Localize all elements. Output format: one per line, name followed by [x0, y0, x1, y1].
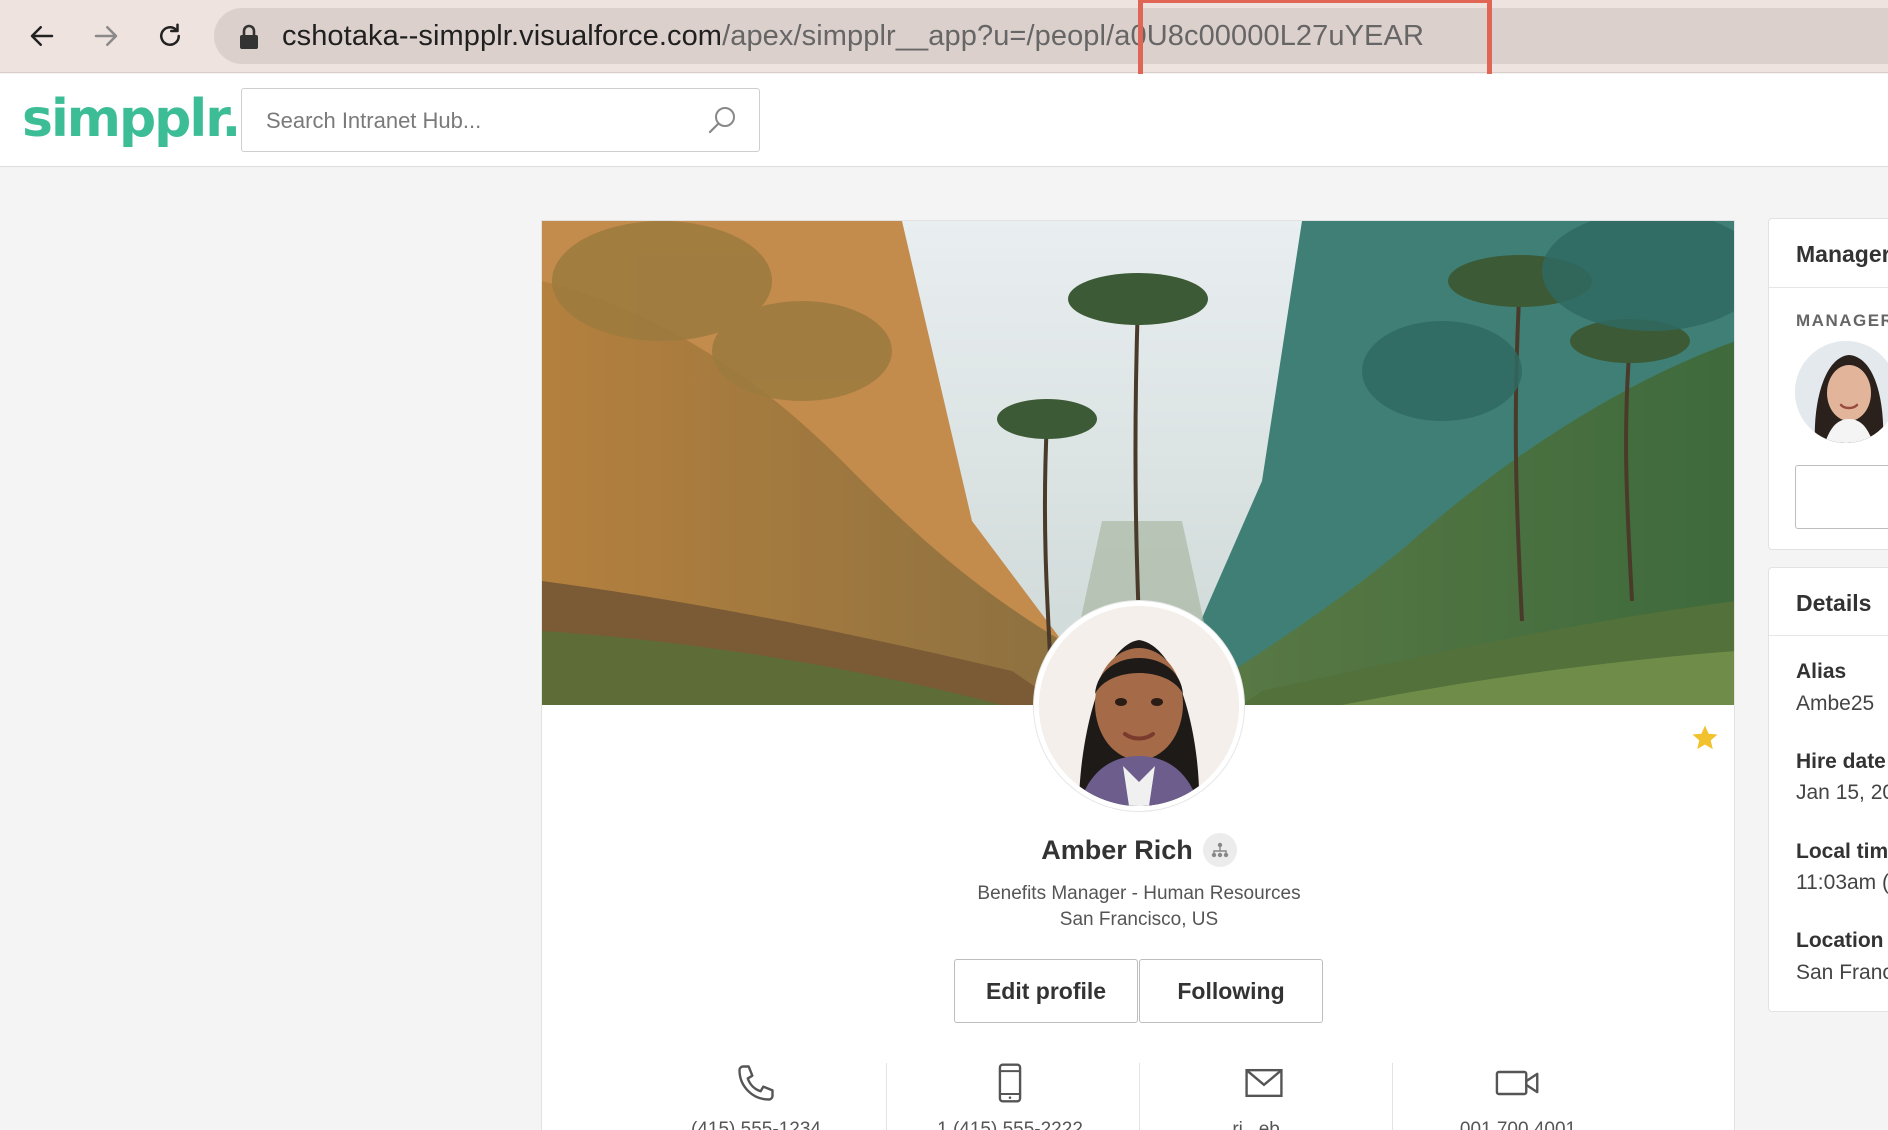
forward-button[interactable] — [86, 16, 126, 56]
mobile-icon[interactable] — [988, 1061, 1032, 1105]
url-highlight-box — [1138, 0, 1492, 80]
manager-avatar[interactable] — [1795, 341, 1888, 443]
search-icon[interactable] — [704, 103, 740, 139]
profile-avatar[interactable] — [1034, 601, 1244, 811]
url-host: cshotaka--simpplr.visualforce.com — [282, 20, 723, 52]
detail-value-local-time: 11:03am ( — [1796, 871, 1888, 894]
contact-email[interactable]: ri...eb... — [1164, 1119, 1364, 1130]
arrow-left-icon — [30, 26, 54, 46]
search-box[interactable] — [241, 88, 760, 152]
details-panel: Details Alias Ambe25 Hire date Jan 15, 2… — [1768, 567, 1888, 1012]
video-icon[interactable] — [1494, 1061, 1542, 1105]
contact-divider — [1392, 1063, 1393, 1130]
search-input[interactable] — [266, 103, 686, 139]
profile-job-title: Benefits Manager - Human Resources — [977, 883, 1301, 904]
contact-mobile[interactable]: 1 (415) 555-2222 — [910, 1119, 1110, 1130]
following-button[interactable]: Following — [1139, 959, 1323, 1023]
reload-icon — [160, 23, 180, 46]
detail-label-alias: Alias — [1796, 660, 1847, 683]
reload-button[interactable] — [150, 16, 190, 56]
contact-video[interactable]: 001 700 4001 — [1418, 1119, 1618, 1130]
back-button[interactable] — [22, 16, 62, 56]
detail-value-location: San Franc — [1796, 961, 1888, 984]
contact-divider — [886, 1063, 887, 1130]
panel-divider — [1769, 635, 1888, 636]
panel-divider — [1769, 287, 1888, 288]
manager-action-button[interactable] — [1795, 465, 1888, 529]
profile-name-row: Amber Rich — [542, 833, 1734, 867]
detail-label-local-time: Local time — [1796, 840, 1888, 863]
manager-panel: Manager MANAGER — [1768, 218, 1888, 550]
contact-divider — [1139, 1063, 1140, 1130]
manager-panel-title: Manager — [1796, 241, 1888, 267]
app-header: simpplr. — [0, 74, 1888, 167]
detail-label-hire-date: Hire date — [1796, 750, 1886, 773]
simpplr-logo[interactable]: simpplr. — [22, 88, 241, 150]
profile-name: Amber Rich — [1041, 834, 1193, 865]
details-panel-title: Details — [1796, 590, 1872, 616]
email-icon[interactable] — [1242, 1061, 1286, 1105]
profile-location: San Francisco, US — [1059, 909, 1219, 930]
lock-icon — [240, 24, 258, 49]
detail-value-alias: Ambe25 — [1796, 692, 1875, 715]
browser-toolbar: cshotaka--simpplr.visualforce.com/apex/s… — [0, 0, 1888, 80]
detail-value-hire-date: Jan 15, 20 — [1796, 781, 1888, 804]
url-path: /apex/simpplr__app?u=/peopl — [722, 20, 1107, 52]
edit-profile-button[interactable]: Edit profile — [954, 959, 1138, 1023]
phone-icon[interactable] — [734, 1061, 778, 1105]
manager-label: MANAGER — [1796, 311, 1888, 330]
org-chart-icon[interactable] — [1202, 833, 1237, 867]
contact-phone[interactable]: (415) 555-1234 — [656, 1119, 856, 1130]
detail-label-location: Location — [1796, 929, 1884, 952]
profile-card: Amber Rich Benefits Manager - Human Reso… — [541, 220, 1735, 1130]
favorite-star-icon[interactable] — [1690, 723, 1720, 753]
arrow-right-icon — [94, 26, 118, 46]
